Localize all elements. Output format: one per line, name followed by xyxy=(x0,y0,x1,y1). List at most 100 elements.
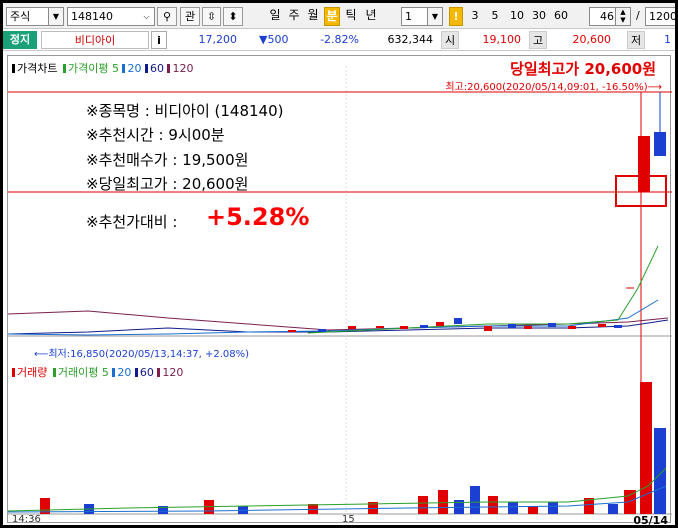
candle xyxy=(568,326,576,329)
ma5-line xyxy=(307,245,659,334)
volume-value: 632,344 xyxy=(387,33,434,46)
search-button[interactable]: ⚲ xyxy=(157,7,177,26)
high-value: 20,600 xyxy=(572,33,612,46)
count-separator: / xyxy=(636,9,640,22)
legend-marker xyxy=(12,64,15,73)
volume-bar xyxy=(608,504,618,514)
interval-30-button[interactable]: 30 xyxy=(530,7,548,26)
x-label-mid: 15 xyxy=(342,514,355,525)
stock-name: 비디아이 xyxy=(41,31,149,49)
volume-legend-title: 거래량 xyxy=(17,366,48,379)
rec-buy-price: ※추천매수가 : 19,500원 xyxy=(86,151,249,169)
legend-marker xyxy=(144,64,148,73)
view-count-input[interactable]: 46 ▲ ▼ xyxy=(589,7,631,26)
rec-ratio-label: ※추천가대비 : xyxy=(86,213,178,231)
period-month[interactable]: 월 xyxy=(305,7,321,26)
legend-marker xyxy=(62,64,66,73)
candle xyxy=(614,325,622,328)
low-value: 1 xyxy=(664,33,671,46)
volume-bar xyxy=(418,496,428,514)
candle-big-down xyxy=(654,132,666,156)
chevron-down-icon[interactable]: ▼ xyxy=(48,8,63,25)
current-price: 17,200 xyxy=(198,33,238,46)
candle xyxy=(348,326,356,329)
volume-bar xyxy=(508,502,518,514)
candle xyxy=(318,329,326,332)
vol-ma60-label: 60 xyxy=(139,366,154,379)
interval-60-button[interactable]: 60 xyxy=(552,7,570,26)
minute-badge[interactable]: ! xyxy=(449,7,463,26)
candle xyxy=(524,326,532,329)
candle xyxy=(484,326,492,331)
candle xyxy=(376,326,384,328)
x-label-end: 05/14 xyxy=(633,514,668,526)
interval-5-button[interactable]: 5 xyxy=(488,7,502,26)
chart-toolbar: 주식 ▼ 148140 ⌵ ⚲ 관 ⇳ ⬍ 일 주 월 분 틱 년 1 ▼ ! … xyxy=(3,3,675,29)
volume-legend: 거래량 거래이평 5 20 60 120 xyxy=(12,366,183,380)
volume-ma-label: 거래이평 xyxy=(57,366,99,379)
chart-window: 주식 ▼ 148140 ⌵ ⚲ 관 ⇳ ⬍ 일 주 월 분 틱 년 1 ▼ ! … xyxy=(2,2,676,526)
volume-bar xyxy=(470,486,480,514)
vol-ma20-label: 20 xyxy=(117,366,132,379)
trading-status-badge: 정지 xyxy=(3,31,37,49)
market-select[interactable]: 주식 ▼ xyxy=(6,7,64,26)
period-minute[interactable]: 분 xyxy=(324,7,340,26)
ma20-label: 20 xyxy=(127,62,142,75)
candle-big-up xyxy=(638,136,650,192)
candle xyxy=(598,324,606,327)
spin-icon[interactable]: ▲ ▼ xyxy=(615,8,630,25)
high-price-marker: 최고:20,600(2020/05/14,09:01, -16.50%)⟶ xyxy=(445,78,662,93)
candle xyxy=(548,323,556,327)
ma60-label: 60 xyxy=(149,62,164,75)
legend-marker xyxy=(112,368,116,377)
interval-select-value: 1 xyxy=(405,10,412,23)
candle xyxy=(508,324,516,328)
favorite-button[interactable]: 관 xyxy=(180,7,200,26)
price-ma-label: 가격이평 xyxy=(67,62,109,75)
low-price-marker: ⟵최저:16,850(2020/05/13,14:37, +2.08%) xyxy=(34,345,249,360)
interval-select[interactable]: 1 ▼ xyxy=(401,7,443,26)
vol-ma5-label: 5 xyxy=(101,366,109,379)
period-year[interactable]: 년 xyxy=(363,7,379,26)
interval-3-button[interactable]: 3 xyxy=(468,7,482,26)
open-label: 시 xyxy=(441,31,459,49)
period-day[interactable]: 일 xyxy=(267,7,283,26)
stepper-icon[interactable]: ⬍ xyxy=(223,7,243,26)
price-legend: 가격차트 가격이평 5 20 60 120 xyxy=(12,62,193,76)
headline-high-price: 당일최고가 20,600원 xyxy=(510,60,656,78)
high-marker-text: 최고:20,600(2020/05/14,09:01, -16.50%) xyxy=(445,82,648,93)
interval-10-button[interactable]: 10 xyxy=(508,7,526,26)
rec-time: ※추천시간 : 9시00분 xyxy=(86,126,225,144)
rec-day-high: ※당일최고가 : 20,600원 xyxy=(86,175,249,193)
open-value: 19,100 xyxy=(482,33,522,46)
legend-marker xyxy=(52,368,56,377)
view-count-value: 46 xyxy=(600,10,614,23)
low-marker-text: 최저:16,850(2020/05/13,14:37, +2.08%) xyxy=(48,349,250,360)
volume-ma5-line xyxy=(8,467,667,512)
candle xyxy=(400,326,408,329)
vol-ma120-label: 120 xyxy=(162,366,184,379)
scroll-up-icon[interactable]: ⇳ xyxy=(202,7,221,26)
stock-code-value: 148140 xyxy=(71,10,113,23)
candle xyxy=(454,318,462,324)
candle xyxy=(436,322,444,326)
legend-marker xyxy=(12,368,15,377)
total-count-field[interactable]: 1200 xyxy=(645,7,675,26)
high-label: 고 xyxy=(529,31,547,49)
period-tick[interactable]: 틱 xyxy=(343,7,359,26)
arrow-right-icon: ⟶ xyxy=(647,82,662,93)
volume-bar xyxy=(438,490,448,514)
chart-area[interactable]: 가격차트 가격이평 5 20 60 120 당일최고가 20,600원 최고:2… xyxy=(7,55,672,526)
chevron-down-icon[interactable]: ▼ xyxy=(427,8,442,25)
period-week[interactable]: 주 xyxy=(286,7,302,26)
arrow-left-icon: ⟵ xyxy=(34,349,49,360)
quote-bar: 정지 비디아이 i 17,200 ▼500 -2.82% 632,344 시 1… xyxy=(3,29,675,51)
volume-bar xyxy=(654,428,666,514)
price-candles xyxy=(288,92,666,332)
price-change: ▼500 xyxy=(259,33,289,46)
stock-code-input[interactable]: 148140 ⌵ xyxy=(67,7,155,26)
info-button[interactable]: i xyxy=(151,31,167,49)
volume-bar xyxy=(488,496,498,514)
legend-marker xyxy=(122,64,126,73)
chevron-down-icon[interactable]: ⌵ xyxy=(139,8,154,25)
